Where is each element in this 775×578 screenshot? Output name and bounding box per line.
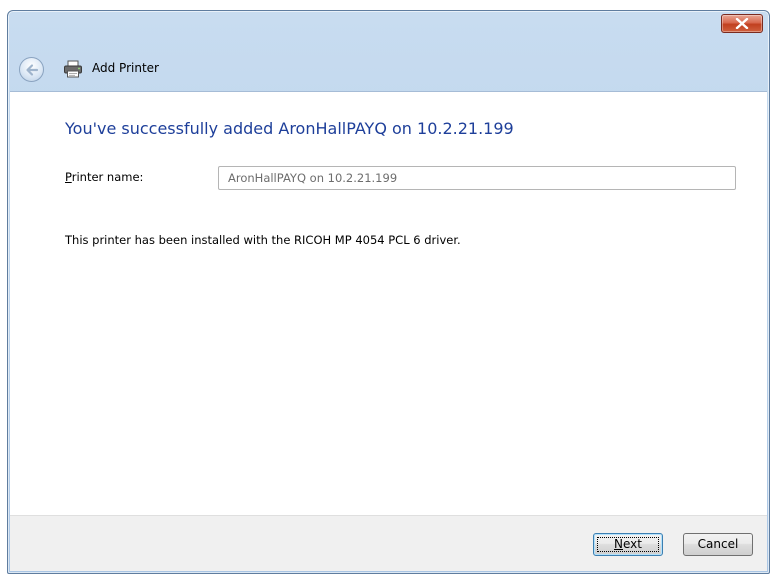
back-arrow-icon: [26, 64, 39, 76]
printer-name-input[interactable]: [218, 166, 736, 190]
window-title: Add Printer: [92, 61, 159, 75]
printer-name-label: Printer name:: [65, 170, 143, 184]
navigation-bar: Add Printer: [8, 49, 769, 91]
success-heading: You've successfully added AronHallPAYQ o…: [65, 119, 514, 138]
close-button[interactable]: [721, 14, 763, 33]
printer-name-label-accesskey: P: [65, 170, 72, 184]
close-icon: [735, 18, 749, 29]
title-bar[interactable]: [8, 11, 769, 49]
next-button[interactable]: Next: [593, 533, 663, 556]
driver-info-text: This printer has been installed with the…: [65, 233, 461, 247]
cancel-button[interactable]: Cancel: [683, 533, 753, 556]
wizard-footer: Next Cancel: [10, 515, 767, 571]
back-button[interactable]: [19, 57, 44, 82]
wizard-content: You've successfully added AronHallPAYQ o…: [10, 91, 767, 515]
focus-rectangle: [597, 537, 659, 552]
printer-icon: [64, 60, 82, 78]
add-printer-dialog: Add Printer You've successfully added Ar…: [7, 10, 770, 574]
printer-name-label-rest: rinter name:: [71, 170, 144, 184]
